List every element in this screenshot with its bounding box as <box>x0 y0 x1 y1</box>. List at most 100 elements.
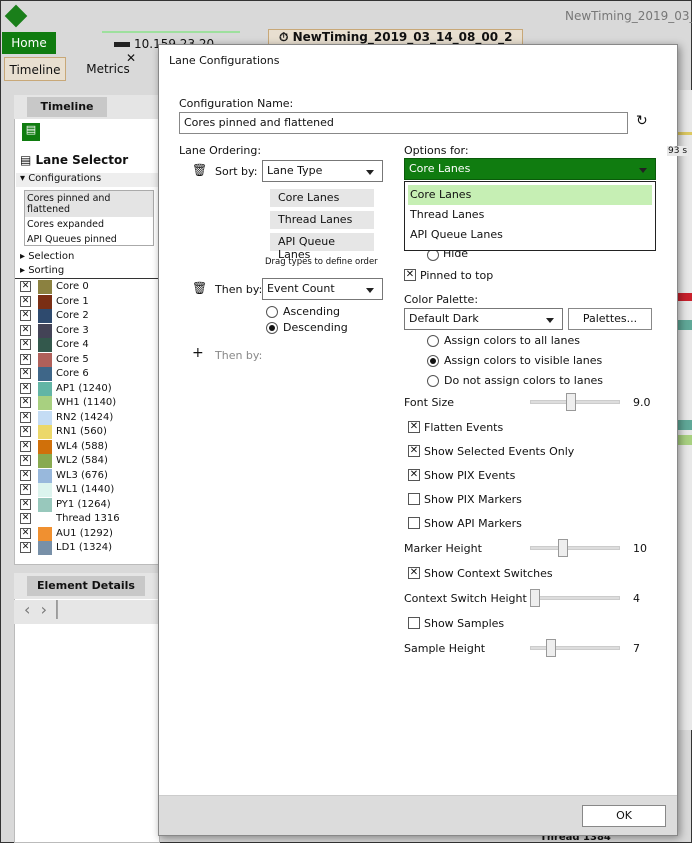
palettes-button[interactable]: Palettes... <box>568 308 652 330</box>
type-order-chip[interactable]: Core Lanes <box>270 189 374 207</box>
lane-row[interactable]: ✕ WL4 (588) <box>18 439 160 454</box>
slider-track <box>530 596 620 600</box>
option-label: Flatten Events <box>424 421 504 434</box>
slider-thumb[interactable] <box>558 539 568 557</box>
lane-checkbox[interactable]: ✕ <box>20 527 31 539</box>
lane-row[interactable]: ✕ Core 1 <box>18 294 160 309</box>
add-then-by-label[interactable]: Then by: <box>215 349 262 362</box>
samples-checkbox[interactable] <box>408 617 420 629</box>
lane-checkbox[interactable]: ✕ <box>20 368 31 379</box>
lane-row[interactable]: ✕ Core 5 <box>18 352 160 367</box>
dropdown-option[interactable]: API Queue Lanes <box>408 225 652 245</box>
lane-row[interactable]: ✕ WL3 (676) <box>18 468 160 483</box>
option-checkbox[interactable]: ✕ <box>408 469 420 481</box>
lane-row[interactable]: ✕ LD1 (1324) <box>18 541 160 555</box>
lane-checkbox[interactable]: ✕ <box>20 440 31 452</box>
lane-checkbox[interactable]: ✕ <box>20 426 31 437</box>
descending-radio[interactable] <box>266 322 278 334</box>
ascending-radio[interactable] <box>266 306 278 318</box>
configurations-expander[interactable]: ▾ Configurations <box>16 173 160 187</box>
lane-color-swatch <box>38 294 52 309</box>
lane-checkbox[interactable]: ✕ <box>20 339 31 350</box>
options-for-dropdown: Core Lanes Thread Lanes API Queue Lanes <box>404 181 656 251</box>
context-switches-checkbox[interactable]: ✕ <box>408 567 420 579</box>
slider-thumb[interactable] <box>566 393 576 411</box>
assign-colors-radio[interactable] <box>427 355 439 367</box>
dropdown-option[interactable]: Thread Lanes <box>408 205 652 225</box>
dialog-title: Lane Configurations <box>169 54 280 67</box>
config-name-input[interactable]: Cores pinned and flattened <box>179 112 628 134</box>
lane-checkbox[interactable]: ✕ <box>20 324 31 336</box>
ok-button[interactable]: OK <box>582 805 666 827</box>
option-checkbox[interactable] <box>408 493 420 505</box>
lane-row[interactable]: ✕ AU1 (1292) <box>18 526 160 541</box>
lane-checkbox[interactable]: ✕ <box>20 498 31 510</box>
lane-checkbox[interactable]: ✕ <box>20 513 31 524</box>
lane-row[interactable]: ✕ Core 2 <box>18 309 160 323</box>
lane-checkbox[interactable]: ✕ <box>20 295 31 307</box>
lane-checkbox[interactable]: ✕ <box>20 542 31 553</box>
then-by-select[interactable]: Event Count <box>262 278 383 300</box>
config-item[interactable]: API Queues pinned <box>25 232 153 247</box>
sort-by-select[interactable]: Lane Type <box>262 160 383 182</box>
lane-row[interactable]: ✕ WL2 (584) <box>18 454 160 468</box>
add-icon[interactable]: + <box>192 345 204 361</box>
lane-row[interactable]: ✕ PY1 (1264) <box>18 497 160 512</box>
lane-checkbox[interactable]: ✕ <box>20 455 31 466</box>
config-item[interactable]: Cores pinned and flattened <box>25 191 153 217</box>
lane-row[interactable]: ✕ WH1 (1140) <box>18 396 160 410</box>
lane-checkbox[interactable]: ✕ <box>20 397 31 408</box>
lane-row[interactable]: ✕ WL1 (1440) <box>18 483 160 497</box>
lane-color-swatch <box>38 512 52 526</box>
lane-row[interactable]: ✕ Core 0 <box>18 280 160 294</box>
lane-checkbox[interactable]: ✕ <box>20 353 31 365</box>
lane-name: Thread 1316 <box>56 513 120 524</box>
lane-row[interactable]: ✕ Core 4 <box>18 338 160 352</box>
forward-icon[interactable]: › <box>41 600 47 619</box>
delete-sort-icon[interactable]: 🗑 <box>192 163 207 177</box>
lane-name: WL1 (1440) <box>56 484 115 495</box>
sorting-expander[interactable]: ▸ Sorting <box>20 265 64 276</box>
lane-row[interactable]: ✕ RN2 (1424) <box>18 410 160 425</box>
option-checkbox[interactable]: ✕ <box>408 421 420 433</box>
lane-checkbox[interactable]: ✕ <box>20 382 31 394</box>
tab-metrics[interactable]: Metrics <box>78 57 138 81</box>
color-palette-select[interactable]: Default Dark <box>404 308 563 330</box>
option-checkbox[interactable] <box>408 517 420 529</box>
slider-thumb[interactable] <box>546 639 556 657</box>
back-icon[interactable]: ‹ <box>24 600 30 619</box>
slider-thumb[interactable] <box>530 589 540 607</box>
reset-icon[interactable]: ↻ <box>636 113 648 129</box>
lane-row[interactable]: ✕ AP1 (1240) <box>18 381 160 396</box>
tab-timeline[interactable]: Timeline <box>4 57 66 81</box>
lane-row[interactable]: ✕ Core 3 <box>18 323 160 338</box>
clipboard-icon[interactable]: ▤ <box>22 123 40 141</box>
home-tab[interactable]: Home <box>2 32 56 54</box>
lane-name: RN2 (1424) <box>56 411 114 423</box>
lane-color-swatch <box>38 526 52 541</box>
lane-checkbox[interactable]: ✕ <box>20 411 31 423</box>
lane-checkbox[interactable]: ✕ <box>20 484 31 495</box>
lane-name: WL4 (588) <box>56 440 108 452</box>
config-item[interactable]: Cores expanded <box>25 217 153 232</box>
options-for-select[interactable]: Core Lanes <box>404 158 656 180</box>
type-order-chip[interactable]: Thread Lanes <box>270 211 374 229</box>
type-order-chip[interactable]: API Queue Lanes <box>270 233 374 261</box>
lane-color-swatch <box>38 439 52 454</box>
context-height-label: Context Switch Height <box>404 592 527 605</box>
lane-row[interactable]: ✕ Core 6 <box>18 367 160 381</box>
lane-color-swatch <box>38 367 52 381</box>
assign-colors-radio[interactable] <box>427 375 439 387</box>
lane-row[interactable]: ✕ Thread 1316 <box>18 512 160 526</box>
lane-checkbox[interactable]: ✕ <box>20 469 31 481</box>
element-details-label: Element Details <box>27 576 145 596</box>
option-checkbox[interactable]: ✕ <box>408 445 420 457</box>
lane-checkbox[interactable]: ✕ <box>20 281 31 292</box>
pinned-checkbox[interactable]: ✕ <box>404 269 416 281</box>
assign-colors-radio[interactable] <box>427 335 439 347</box>
lane-checkbox[interactable]: ✕ <box>20 310 31 321</box>
dropdown-option[interactable]: Core Lanes <box>408 185 652 205</box>
selection-expander[interactable]: ▸ Selection <box>20 251 74 262</box>
lane-row[interactable]: ✕ RN1 (560) <box>18 425 160 439</box>
delete-then-by-icon[interactable]: 🗑 <box>192 281 207 295</box>
